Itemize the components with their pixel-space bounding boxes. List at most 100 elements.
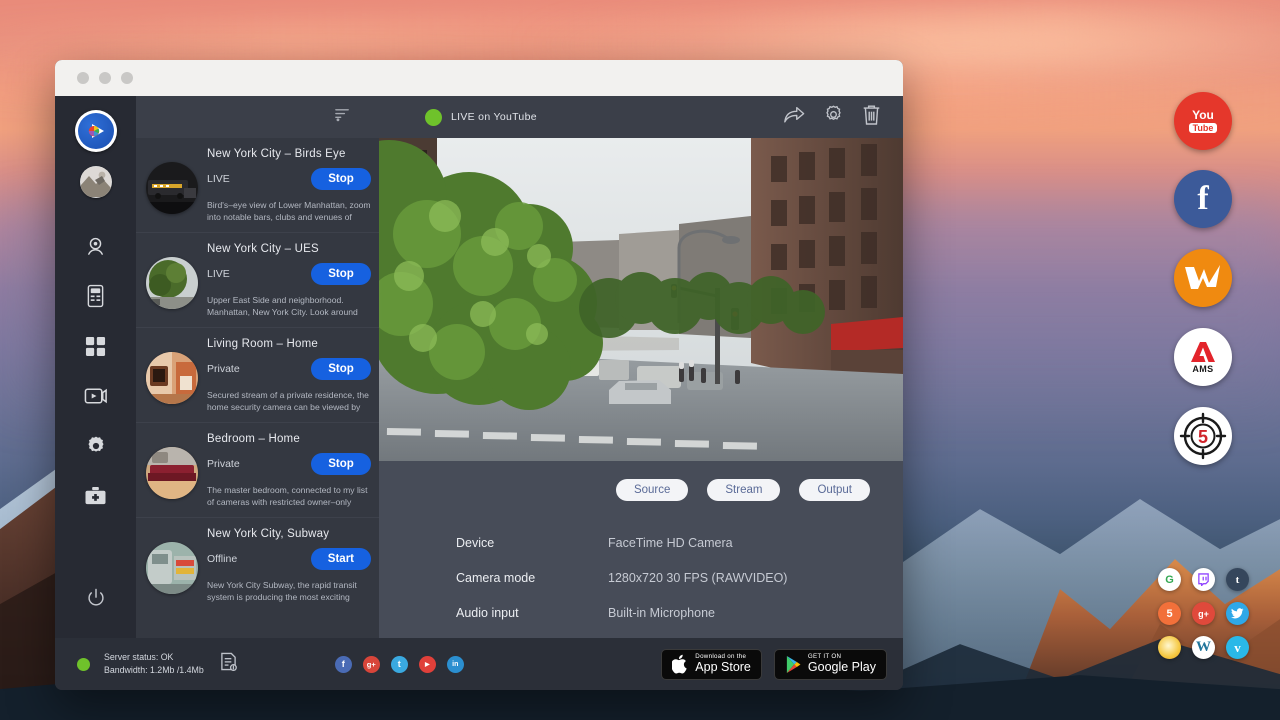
sidebar-item-webcam[interactable] bbox=[76, 224, 116, 268]
tab-stream[interactable]: Stream bbox=[707, 479, 780, 501]
window-minimize-button[interactable] bbox=[99, 72, 111, 84]
grid-icon bbox=[85, 336, 106, 357]
camera-status-line: Private Stop bbox=[207, 453, 371, 475]
youtube-icon[interactable]: ▶ bbox=[419, 656, 436, 673]
camera-action-button[interactable]: Stop bbox=[311, 453, 371, 475]
camera-title: Living Room – Home bbox=[207, 338, 371, 350]
lightning-w-icon bbox=[1183, 261, 1223, 295]
tab-source[interactable]: Source bbox=[616, 479, 688, 501]
wordpress-mini-icon[interactable]: W bbox=[1192, 636, 1215, 659]
linkedin-glyph: in bbox=[452, 661, 458, 668]
camera-list-item[interactable]: New York City – UES LIVE Stop Upper East… bbox=[136, 233, 379, 328]
facebook-icon[interactable]: f bbox=[335, 656, 352, 673]
camera-action-button[interactable]: Stop bbox=[311, 263, 371, 285]
twitter-icon[interactable]: t bbox=[391, 656, 408, 673]
sidebar-item-dashboard[interactable] bbox=[76, 324, 116, 368]
tab-output[interactable]: Output bbox=[799, 479, 870, 501]
sort-descending-icon[interactable] bbox=[334, 106, 351, 128]
twitch-glyph bbox=[1197, 573, 1210, 586]
google-plus-mini-icon[interactable]: g+ bbox=[1192, 602, 1215, 625]
trash-icon[interactable] bbox=[862, 104, 881, 131]
camera-title: New York City – Birds Eye bbox=[207, 148, 371, 160]
info-value[interactable]: Built-in Microphone bbox=[608, 606, 715, 620]
gear-icon[interactable] bbox=[823, 104, 844, 130]
window-zoom-button[interactable] bbox=[121, 72, 133, 84]
info-row: Device FaceTime HD Camera bbox=[456, 525, 903, 560]
share-icon[interactable] bbox=[783, 105, 805, 130]
tumblr-mini-icon[interactable]: t bbox=[1226, 568, 1249, 591]
five-mini-icon[interactable]: 5 bbox=[1158, 602, 1181, 625]
add-camera-button[interactable]: + Add Camera bbox=[136, 612, 379, 638]
sidebar-item-device[interactable] bbox=[76, 274, 116, 318]
google-play-badge[interactable]: GET IT ON Google Play bbox=[774, 649, 887, 680]
settings-tabs: Source Stream Output bbox=[379, 461, 903, 501]
wowza-dock-icon[interactable] bbox=[1174, 249, 1232, 307]
target-crosshair-icon: 5 bbox=[1177, 410, 1229, 462]
google-plus-icon[interactable]: g+ bbox=[363, 656, 380, 673]
google-play-main: Google Play bbox=[808, 661, 876, 675]
sidebar-item-media[interactable] bbox=[76, 374, 116, 418]
camera-status-line: LIVE Stop bbox=[207, 168, 371, 190]
camera-status-line: Offline Start bbox=[207, 548, 371, 570]
app-store-badge[interactable]: Download on the App Store bbox=[661, 649, 762, 680]
adobe-ams-dock-icon[interactable]: AMS bbox=[1174, 328, 1232, 386]
camera-description: The master bedroom, connected to my list… bbox=[207, 484, 371, 509]
sidebar-item-user-avatar[interactable] bbox=[80, 166, 112, 198]
camera-list-item[interactable]: Bedroom – Home Private Stop The master b… bbox=[136, 423, 379, 518]
target-five-dock-icon[interactable]: 5 bbox=[1174, 407, 1232, 465]
google-play-text: GET IT ON Google Play bbox=[808, 654, 876, 675]
sidebar-item-power[interactable] bbox=[76, 576, 116, 620]
twitter-mini-icon[interactable] bbox=[1226, 602, 1249, 625]
camera-status: Offline bbox=[207, 553, 237, 565]
g-mini-icon[interactable]: G bbox=[1158, 568, 1181, 591]
camera-action-button[interactable]: Stop bbox=[311, 168, 371, 190]
info-row: Audio input Built-in Microphone bbox=[456, 595, 903, 630]
camera-item-body: New York City, Subway Offline Start New … bbox=[207, 528, 371, 604]
camera-status-line: Private Stop bbox=[207, 358, 371, 380]
info-key: Device bbox=[456, 536, 608, 550]
live-status-indicator: LIVE on YouTube bbox=[425, 109, 537, 126]
video-preview[interactable] bbox=[379, 138, 903, 461]
camera-list-item[interactable]: Living Room – Home Private Stop Secured … bbox=[136, 328, 379, 423]
subway-train-thumb bbox=[146, 542, 198, 594]
source-info-table: Device FaceTime HD Camera Camera mode 12… bbox=[379, 501, 903, 630]
apple-icon bbox=[672, 654, 689, 674]
info-value[interactable]: FaceTime HD Camera bbox=[608, 536, 733, 550]
camera-list-item[interactable]: New York City – Birds Eye LIVE Stop Bird… bbox=[136, 138, 379, 233]
camera-title: New York City – UES bbox=[207, 243, 371, 255]
camera-status: Private bbox=[207, 458, 240, 470]
glow-mini-icon[interactable] bbox=[1158, 636, 1181, 659]
window-titlebar bbox=[55, 60, 903, 96]
camera-list-item[interactable]: New York City, Subway Offline Start New … bbox=[136, 518, 379, 612]
camera-description: Upper East Side and neighborhood. Manhat… bbox=[207, 294, 371, 319]
facebook-glyph: f bbox=[342, 659, 345, 669]
park-trees-thumb bbox=[146, 257, 198, 309]
camera-list-scroll[interactable]: New York City – Birds Eye LIVE Stop Bird… bbox=[136, 138, 379, 638]
info-key: Camera mode bbox=[456, 571, 608, 585]
sidebar-item-support[interactable] bbox=[76, 474, 116, 518]
vimeo-mini-icon[interactable]: v bbox=[1226, 636, 1249, 659]
camera-title: New York City, Subway bbox=[207, 528, 371, 540]
linkedin-icon[interactable]: in bbox=[447, 656, 464, 673]
svg-text:5: 5 bbox=[1198, 427, 1208, 447]
desktop: New York City – Birds Eye LIVE Stop Bird… bbox=[0, 0, 1280, 720]
sidebar-item-app-logo[interactable] bbox=[75, 110, 117, 152]
bandwidth-line: Bandwidth: 1.2Mb /1.4Mb bbox=[104, 664, 204, 677]
report-document-icon[interactable] bbox=[220, 652, 237, 676]
camera-status: LIVE bbox=[207, 268, 230, 280]
camera-item-body: Bedroom – Home Private Stop The master b… bbox=[207, 433, 371, 509]
info-value[interactable]: 1280x720 30 FPS (RAWVIDEO) bbox=[608, 571, 787, 585]
server-status-dot-icon bbox=[77, 658, 90, 671]
google-plus-glyph: g+ bbox=[367, 660, 376, 669]
window-close-button[interactable] bbox=[77, 72, 89, 84]
camera-action-button[interactable]: Stop bbox=[311, 358, 371, 380]
camera-action-button[interactable]: Start bbox=[311, 548, 371, 570]
first-aid-kit-icon bbox=[84, 486, 107, 506]
app-store-main: App Store bbox=[695, 661, 751, 675]
twitch-mini-icon[interactable] bbox=[1192, 568, 1215, 591]
info-key: Audio input bbox=[456, 606, 608, 620]
facebook-dock-icon[interactable]: f bbox=[1174, 170, 1232, 228]
twitter-bird-glyph bbox=[1231, 608, 1244, 619]
sidebar-item-settings[interactable] bbox=[76, 424, 116, 468]
youtube-dock-icon[interactable]: You Tube bbox=[1174, 92, 1232, 150]
